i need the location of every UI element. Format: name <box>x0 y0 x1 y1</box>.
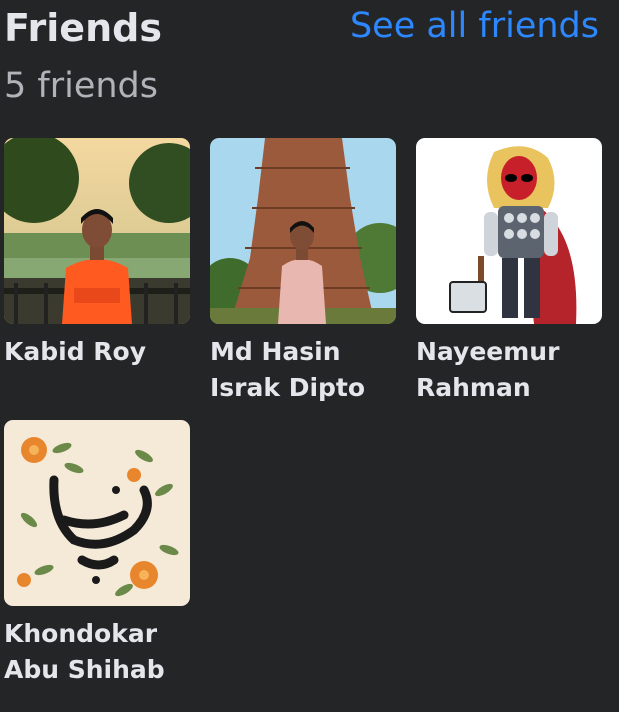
friend-name[interactable]: Khondokar Abu Shihab <box>4 616 190 688</box>
section-title: Friends <box>4 6 162 50</box>
friend-card[interactable]: Md Hasin Israk Dipto <box>210 138 396 420</box>
friends-section: Friends See all friends 5 friends Kabid … <box>0 0 619 712</box>
see-all-friends-link[interactable]: See all friends <box>350 6 599 46</box>
friend-photo[interactable] <box>4 420 190 606</box>
friend-card[interactable]: Kabid Roy <box>4 138 190 420</box>
friends-count: 5 friends <box>4 66 158 106</box>
friend-name[interactable]: Kabid Roy <box>4 334 190 370</box>
floral-calligraphy-avatar <box>4 420 190 606</box>
man-in-orange-shirt-photo <box>4 138 190 324</box>
friends-grid: Kabid Roy Md Hasin Israk Dipto Nayeemur … <box>4 138 602 702</box>
deadpool-thor-avatar <box>416 138 602 324</box>
friend-name[interactable]: Nayeemur Rahman <box>416 334 602 406</box>
friend-photo[interactable] <box>4 138 190 324</box>
friend-card[interactable]: Nayeemur Rahman <box>416 138 602 420</box>
friend-photo[interactable] <box>416 138 602 324</box>
friend-card[interactable]: Khondokar Abu Shihab <box>4 420 190 702</box>
man-before-brick-temple-photo <box>210 138 396 324</box>
friend-photo[interactable] <box>210 138 396 324</box>
friend-name[interactable]: Md Hasin Israk Dipto <box>210 334 396 406</box>
